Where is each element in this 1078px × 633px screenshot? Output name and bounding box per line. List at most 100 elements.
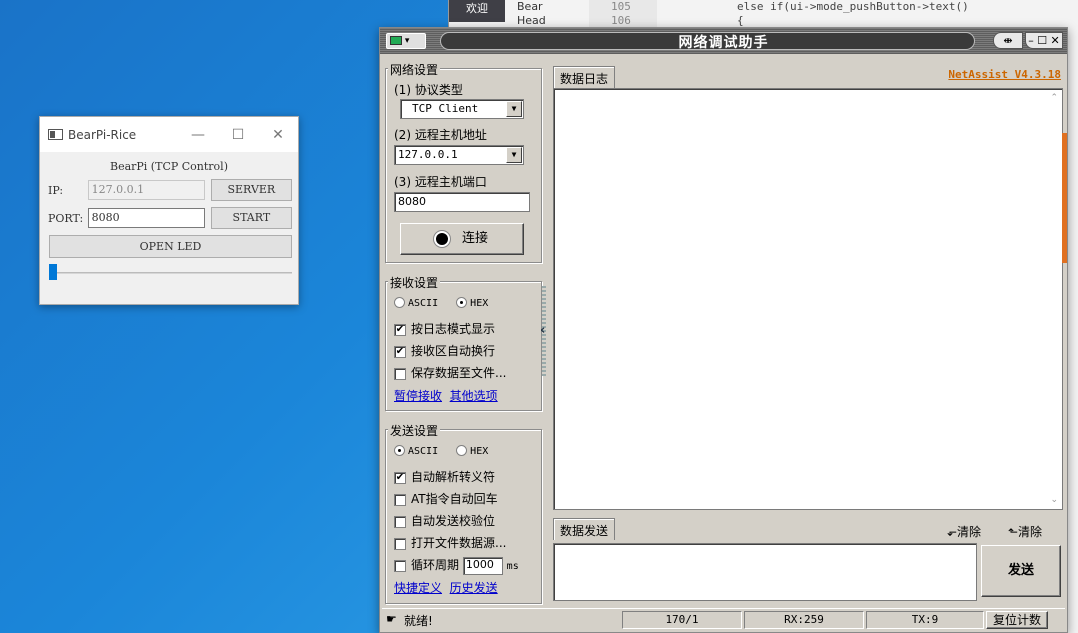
bearpi-caption: BearPi (TCP Control) <box>109 160 228 173</box>
check-icon: ✔ <box>394 471 406 484</box>
net-settings-title: 网络设置 <box>388 61 441 78</box>
send-hex-label: HEX <box>470 445 489 457</box>
bearpi-titlebar[interactable]: BearPi-Rice — ☐ ✕ <box>40 117 298 152</box>
host-select[interactable]: 127.0.0.1 ▼ <box>394 145 524 165</box>
history-send-link[interactable]: 历史发送 <box>450 581 498 595</box>
chevron-down-icon[interactable]: ▼ <box>506 147 522 163</box>
collapse-left-icon[interactable]: ‹ <box>540 323 545 338</box>
app-window-icon <box>48 129 63 140</box>
auto-checksum-label: 自动发送校验位 <box>411 514 496 528</box>
ip-field: 127.0.0.1 <box>87 180 205 200</box>
brightness-slider[interactable] <box>49 264 292 280</box>
loop-checkbox[interactable] <box>394 559 406 572</box>
recv-hex-label: HEX <box>470 297 489 309</box>
clear-recv-label: 清除 <box>957 525 982 539</box>
recv-ascii-radio[interactable]: ASCII <box>394 297 439 309</box>
host-value: 127.0.0.1 <box>398 148 458 161</box>
clear-send-label: 清除 <box>1018 525 1043 539</box>
send-settings-title: 发送设置 <box>388 422 441 439</box>
bearpi-window: BearPi-Rice — ☐ ✕ BearPi (TCP Control) I… <box>39 116 299 305</box>
save-to-file-label: 保存数据至文件... <box>411 366 507 380</box>
scrollbar-accent <box>1062 133 1067 263</box>
status-tx: TX:9 <box>866 611 984 629</box>
loop-period-label: 循环周期 <box>411 558 460 572</box>
status-bar: ☛ 就绪! 170/1 RX:259 TX:9 复位计数 <box>382 608 1065 630</box>
ide-line-number: 105 <box>611 0 631 13</box>
ide-code-editor[interactable]: else if(ui->mode_pushButton->text() { <box>659 0 1078 30</box>
auto-wrap-checkbox[interactable]: ✔ 接收区自动换行 <box>394 342 495 359</box>
recv-more-options-link[interactable]: 其他选项 <box>450 389 498 403</box>
loop-period-row: 循环周期 1000 ms <box>394 556 519 575</box>
auto-wrap-label: 接收区自动换行 <box>411 344 496 358</box>
send-hex-radio[interactable]: HEX <box>456 445 489 457</box>
slider-track <box>49 272 292 274</box>
connect-button[interactable]: 连接 <box>400 223 524 255</box>
send-button[interactable]: 发送 <box>981 545 1061 597</box>
clear-up-icon: ⬑ <box>1008 525 1019 539</box>
loop-period-input[interactable]: 1000 <box>462 556 503 575</box>
escape-parse-label: 自动解析转义符 <box>411 470 496 484</box>
pause-recv-link[interactable]: 暂停接收 <box>394 389 442 403</box>
clear-down-icon: ⬐ <box>947 525 958 539</box>
netassist-titlebar[interactable]: ▾ 网络调试助手 ⇼ – ☐ ✕ <box>380 28 1067 54</box>
auto-checksum-checkbox[interactable]: 自动发送校验位 <box>394 512 495 529</box>
port-label: (3) 远程主机端口 <box>394 175 487 189</box>
checkbox-box <box>394 367 406 380</box>
window-controls[interactable]: – ☐ ✕ <box>1025 32 1063 49</box>
port-field[interactable]: 8080 <box>87 208 205 228</box>
start-button[interactable]: START <box>210 207 292 229</box>
clear-recv-button[interactable]: ⬐清除 <box>947 523 981 540</box>
netassist-window-title: 网络调试助手 <box>678 35 769 51</box>
connect-dot-icon <box>435 232 448 245</box>
recv-ascii-label: ASCII <box>408 297 439 309</box>
netassist-window: ▾ 网络调试助手 ⇼ – ☐ ✕ 网络设置 (1) 协议类型 TCP Clien… <box>379 27 1068 633</box>
at-auto-enter-label: AT指令自动回车 <box>411 492 498 506</box>
remote-port-input[interactable]: 8080 <box>394 192 530 212</box>
protocol-value: TCP Client <box>412 102 479 115</box>
send-settings-group: 发送设置 ASCII HEX ✔ 自动解析转义符 AT指令自动回车 自动发送校验位… <box>385 422 542 604</box>
slider-thumb[interactable] <box>49 264 57 280</box>
ide-code-line: { <box>737 14 744 27</box>
reset-count-button[interactable]: 复位计数 <box>986 611 1048 629</box>
save-to-file-checkbox[interactable]: 保存数据至文件... <box>394 364 506 381</box>
ide-line-number: 106 <box>611 14 631 27</box>
shortcut-define-link[interactable]: 快捷定义 <box>394 581 442 595</box>
maximize-icon[interactable]: ☐ <box>218 127 258 143</box>
send-ascii-radio[interactable]: ASCII <box>394 445 439 457</box>
status-counter: 170/1 <box>622 611 742 629</box>
pointer-hand-icon: ☛ <box>386 612 397 626</box>
escape-parse-checkbox[interactable]: ✔ 自动解析转义符 <box>394 468 495 485</box>
tab-data-send[interactable]: 数据发送 <box>553 518 616 540</box>
recv-hex-radio[interactable]: HEX <box>456 297 489 309</box>
receive-log-area[interactable]: ⌃ ⌄ <box>553 88 1063 510</box>
log-mode-checkbox[interactable]: ✔ 按日志模式显示 <box>394 320 495 337</box>
open-file-source-label: 打开文件数据源... <box>411 536 507 550</box>
check-icon: ✔ <box>394 345 406 358</box>
ide-welcome-tab[interactable]: 欢迎 <box>449 0 505 22</box>
server-button[interactable]: SERVER <box>210 179 292 201</box>
protocol-select[interactable]: TCP Client ▼ <box>400 99 524 119</box>
protocol-label: (1) 协议类型 <box>394 83 463 97</box>
send-ascii-label: ASCII <box>408 445 439 457</box>
check-icon: ✔ <box>394 323 406 336</box>
port-label: PORT: <box>48 211 84 225</box>
pin-icon[interactable]: ⇼ <box>993 32 1023 49</box>
open-led-button[interactable]: OPEN LED <box>49 235 292 258</box>
send-format-radios: ASCII HEX <box>394 445 488 457</box>
recv-format-radios: ASCII HEX <box>394 297 488 309</box>
chevron-down-icon[interactable]: ▼ <box>506 101 522 117</box>
tab-data-log[interactable]: 数据日志 <box>553 66 616 88</box>
close-icon[interactable]: ✕ <box>258 127 298 143</box>
clear-send-button[interactable]: ⬑清除 <box>1008 523 1042 540</box>
log-mode-label: 按日志模式显示 <box>411 322 496 336</box>
at-auto-enter-checkbox[interactable]: AT指令自动回车 <box>394 490 498 507</box>
version-link[interactable]: NetAssist V4.3.18 <box>948 68 1061 81</box>
connect-label: 连接 <box>461 231 488 246</box>
scroll-up-icon[interactable]: ⌃ <box>1050 93 1058 103</box>
checkbox-box <box>394 493 406 506</box>
open-file-source-checkbox[interactable]: 打开文件数据源... <box>394 534 506 551</box>
send-input-area[interactable] <box>553 543 977 601</box>
host-label: (2) 远程主机地址 <box>394 128 487 142</box>
minimize-icon[interactable]: — <box>178 127 218 143</box>
scroll-down-icon[interactable]: ⌄ <box>1050 495 1058 505</box>
